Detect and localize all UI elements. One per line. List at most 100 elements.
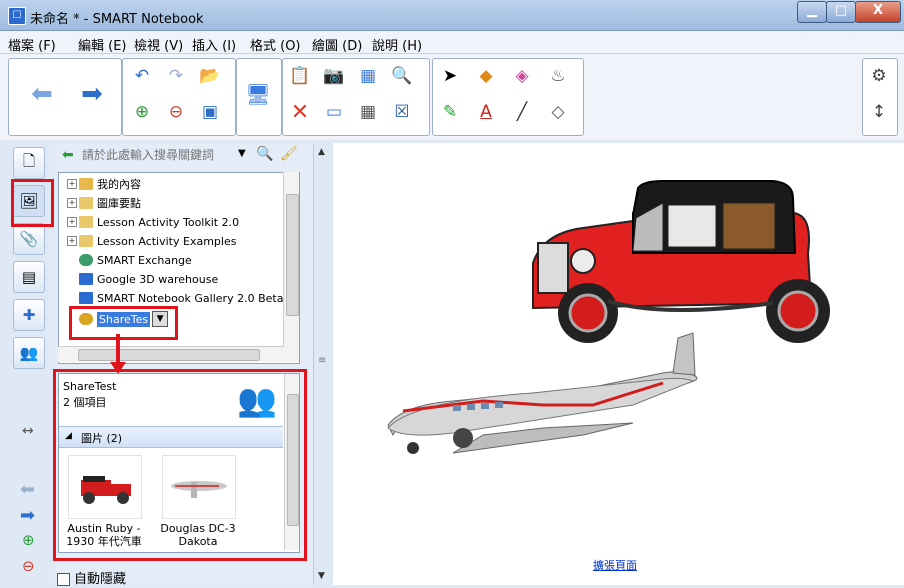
tree-item-label: 圖庫要點: [97, 197, 141, 210]
tree-item-label: 我的內容: [97, 178, 141, 191]
tree-item-label: Lesson Activity Toolkit 2.0: [97, 215, 240, 229]
close-box-icon[interactable]: ☒: [389, 99, 415, 125]
sharing-icon[interactable]: 👥: [13, 337, 45, 369]
results-highlight: [53, 369, 307, 561]
tools-group: ➤ ◆ ◈ ♨ ✎ A ╱ ◇: [432, 58, 584, 136]
window-title: 未命名 * - SMART Notebook: [30, 12, 204, 27]
save-icon[interactable]: ▣: [197, 99, 223, 125]
menu-edit[interactable]: 編輯 (E): [78, 35, 127, 54]
table-view-icon[interactable]: ▦: [355, 63, 381, 89]
folder-icon: [79, 197, 93, 209]
clear-search-icon[interactable]: 🖌: [280, 146, 298, 162]
chevron-down-icon[interactable]: ▼: [238, 148, 246, 159]
checkbox-box[interactable]: [57, 573, 70, 586]
chevron-up-icon[interactable]: ▲: [318, 147, 325, 157]
folder-icon: [79, 216, 93, 228]
insert-table-icon[interactable]: ▦: [355, 99, 381, 125]
globe-icon: [79, 254, 93, 266]
maximize-button[interactable]: □: [826, 1, 856, 23]
tree-item-smart-gallery[interactable]: SMART Notebook Gallery 2.0 Beta Fe: [67, 289, 299, 307]
side-back-icon[interactable]: ⬅: [20, 479, 35, 500]
gear-icon[interactable]: ⚙: [866, 63, 892, 89]
search-input[interactable]: [80, 146, 236, 164]
tree-item-my-content[interactable]: + 我的內容: [67, 175, 141, 193]
undo-icon[interactable]: ↶: [129, 63, 155, 89]
vintage-car-image: [532, 180, 830, 343]
tree-item-lesson-examples[interactable]: + Lesson Activity Examples: [67, 232, 236, 250]
minimize-button[interactable]: ▁: [797, 1, 827, 23]
side-delete-page-icon[interactable]: ⊖: [22, 557, 35, 575]
pen-icon[interactable]: ✎: [437, 99, 463, 125]
hscroll-thumb[interactable]: [78, 349, 260, 361]
delete-icon[interactable]: ✕: [287, 99, 313, 125]
screen-icon[interactable]: 🖥: [245, 81, 271, 107]
douglas-dc3-plane-image: [387, 332, 698, 454]
move-toolbar-icon[interactable]: ↕: [866, 99, 892, 125]
tree-item-label: SMART Exchange: [97, 253, 192, 267]
grip-icon[interactable]: ≡: [318, 355, 326, 366]
paste-icon[interactable]: 📋: [287, 63, 313, 89]
title-bar: ☐ 未命名 * - SMART Notebook ▁ □ X: [0, 0, 904, 31]
redo-icon[interactable]: ↷: [163, 63, 189, 89]
gallery-tab-highlight: [11, 179, 54, 227]
shapes-icon[interactable]: ◆: [473, 63, 499, 89]
display-group: 🖥: [236, 58, 282, 136]
chevron-down-icon[interactable]: ▼: [318, 571, 325, 581]
menu-help[interactable]: 說明 (H): [372, 35, 422, 54]
text-icon[interactable]: A: [473, 99, 499, 125]
edit-group: 📋 📷 ▦ 🔍 ✕ ▭ ▦ ☒: [282, 58, 430, 136]
search-icon[interactable]: 🔍: [256, 146, 273, 162]
line-icon[interactable]: ╱: [509, 99, 535, 125]
tree-item-lesson-toolkit[interactable]: + Lesson Activity Toolkit 2.0: [67, 213, 239, 231]
magnify-icon[interactable]: 🔍: [389, 63, 415, 89]
menu-insert[interactable]: 插入 (I): [192, 35, 236, 54]
page-sorter-icon[interactable]: 🗋: [13, 147, 45, 179]
tree-item-google-3d[interactable]: Google 3D warehouse: [67, 270, 218, 288]
camera-icon[interactable]: 📷: [321, 63, 347, 89]
autohide-checkbox[interactable]: 自動隱藏: [57, 568, 126, 587]
eraser-icon[interactable]: ◈: [509, 63, 535, 89]
addons-icon[interactable]: ✚: [13, 299, 45, 331]
tree-item-smart-exchange[interactable]: SMART Exchange: [67, 251, 192, 269]
back-icon[interactable]: ⬅: [29, 79, 55, 109]
tree-item-label: Lesson Activity Examples: [97, 234, 237, 248]
side-add-page-icon[interactable]: ⊕: [22, 531, 35, 549]
search-row: ⬅ ▼ 🔍 🖌: [60, 146, 310, 166]
tree-item-label: SMART Notebook Gallery 2.0 Beta Fe: [97, 291, 300, 305]
attachments-icon[interactable]: 📎: [13, 223, 45, 255]
panel-splitter[interactable]: ▲ ≡ ▼: [313, 143, 332, 585]
nav-group: ⬅ ➡: [8, 58, 122, 136]
google-icon: [79, 273, 93, 285]
open-icon[interactable]: 📂: [197, 63, 223, 89]
menu-draw[interactable]: 繪圖 (D): [312, 35, 362, 54]
scroll-thumb[interactable]: [286, 194, 299, 316]
folder-icon: [79, 235, 93, 247]
menu-bar: 檔案 (F) 編輯 (E) 檢視 (V) 插入 (I) 格式 (O) 繪圖 (D…: [0, 31, 904, 54]
select-icon[interactable]: ➤: [437, 63, 463, 89]
screen-shade-icon[interactable]: ▭: [321, 99, 347, 125]
search-back-icon[interactable]: ⬅: [62, 147, 74, 163]
forward-icon[interactable]: ➡: [79, 79, 105, 109]
menu-view[interactable]: 檢視 (V): [134, 35, 183, 54]
tree-item-label: Google 3D warehouse: [97, 272, 219, 286]
tree-scrollbar[interactable]: [283, 172, 299, 362]
menu-file[interactable]: 檔案 (F): [8, 35, 56, 54]
extend-page-link[interactable]: 擴張頁面: [593, 557, 637, 573]
tree-item-gallery-essentials[interactable]: + 圖庫要點: [67, 194, 141, 212]
properties-icon[interactable]: ▤: [13, 261, 45, 293]
canvas-drawing: [387, 180, 830, 454]
side-forward-icon[interactable]: ➡: [20, 505, 35, 526]
fill-icon[interactable]: ♨: [545, 63, 571, 89]
close-button[interactable]: X: [855, 1, 901, 23]
smart-icon: [79, 292, 93, 304]
delete-page-icon[interactable]: ⊖: [163, 99, 189, 125]
expand-arrows-icon[interactable]: ↔: [22, 423, 34, 439]
file-group: ↶ ↷ 📂 ⊕ ⊖ ▣: [122, 58, 236, 136]
settings-group: ⚙ ↕: [862, 58, 898, 136]
folder-red-icon: [79, 178, 93, 190]
whiteboard-canvas[interactable]: 擴張頁面: [333, 143, 904, 585]
add-page-icon[interactable]: ⊕: [129, 99, 155, 125]
tree-hscrollbar[interactable]: [58, 346, 284, 362]
menu-format[interactable]: 格式 (O): [250, 35, 301, 54]
eraser-tool-icon[interactable]: ◇: [545, 99, 571, 125]
